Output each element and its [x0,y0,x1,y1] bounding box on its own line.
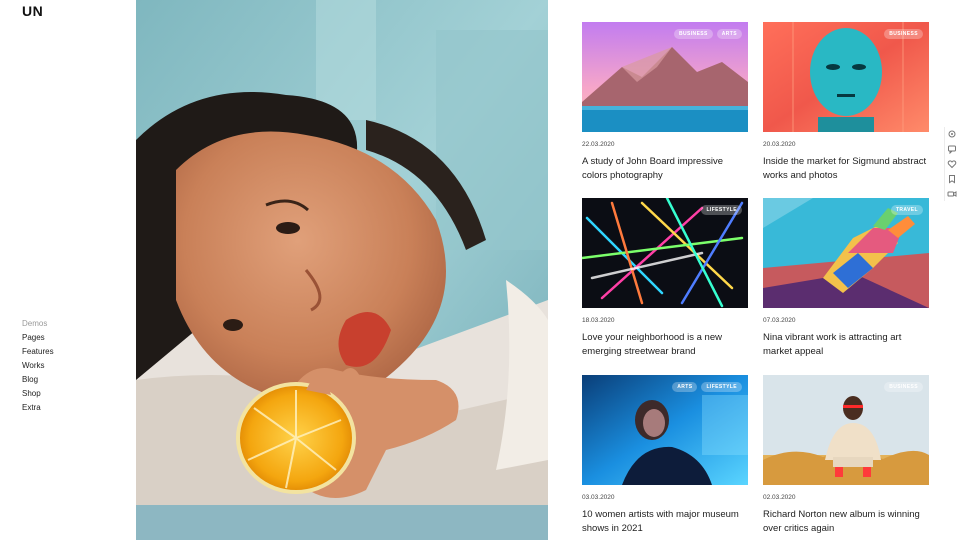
post-title[interactable]: Inside the market for Sigmund abstract w… [763,155,929,183]
bookmark-icon[interactable] [947,174,957,184]
comment-icon[interactable] [947,144,957,155]
tag-business[interactable]: BUSINESS [884,29,923,39]
heart-icon[interactable] [947,159,957,169]
nav-item-works[interactable]: Works [22,359,54,373]
tag-arts[interactable]: ARTS [672,382,698,392]
tag-arts[interactable]: ARTS [716,29,742,39]
post-card[interactable]: BUSINESS ARTS 22.03.2020 A study of John… [582,22,748,192]
post-title[interactable]: Richard Norton new album is winning over… [763,508,929,536]
post-tags: TRAVEL [890,205,923,215]
hero-image[interactable] [136,0,548,540]
post-card[interactable]: TRAVEL 07.03.2020 Nina vibrant work is a… [763,198,929,368]
post-tags: ARTS LIFESTYLE [672,382,742,392]
post-date: 02.03.2020 [763,494,796,501]
post-thumbnail[interactable]: BUSINESS [763,375,929,485]
tag-business[interactable]: BUSINESS [674,29,713,39]
settings-icon[interactable] [947,129,957,139]
post-thumbnail[interactable]: BUSINESS [763,22,929,132]
nav-item-pages[interactable]: Pages [22,331,54,345]
post-tags: BUSINESS [884,382,923,392]
post-date: 18.03.2020 [582,317,615,324]
post-card[interactable]: ARTS LIFESTYLE 03.03.2020 10 women artis… [582,375,748,540]
tag-travel[interactable]: TRAVEL [890,205,923,215]
tag-lifestyle[interactable]: LIFESTYLE [701,382,742,392]
post-date: 03.03.2020 [582,494,615,501]
post-tags: BUSINESS ARTS [674,29,742,39]
post-thumbnail[interactable]: ARTS LIFESTYLE [582,375,748,485]
post-title[interactable]: Love your neighborhood is a new emerging… [582,331,748,359]
post-title[interactable]: Nina vibrant work is attracting art mark… [763,331,929,359]
post-thumbnail[interactable]: BUSINESS ARTS [582,22,748,132]
post-tags: LIFESTYLE [701,205,742,215]
post-date: 22.03.2020 [582,141,615,148]
post-card[interactable]: BUSINESS 20.03.2020 Inside the market fo… [763,22,929,192]
nav-item-shop[interactable]: Shop [22,387,54,401]
post-date: 20.03.2020 [763,141,796,148]
tag-lifestyle[interactable]: LIFESTYLE [701,205,742,215]
nav-item-blog[interactable]: Blog [22,373,54,387]
post-thumbnail[interactable]: TRAVEL [763,198,929,308]
post-tags: BUSINESS [884,29,923,39]
video-icon[interactable] [947,189,957,199]
post-card[interactable]: BUSINESS 02.03.2020 Richard Norton new a… [763,375,929,540]
post-thumbnail[interactable]: LIFESTYLE [582,198,748,308]
posts-grid: BUSINESS ARTS 22.03.2020 A study of John… [548,0,940,540]
nav-item-demos[interactable]: Demos [22,317,54,331]
tag-business[interactable]: BUSINESS [884,382,923,392]
post-title[interactable]: 10 women artists with major museum shows… [582,508,748,536]
post-card[interactable]: LIFESTYLE 18.03.2020 Love your neighborh… [582,198,748,368]
main-navigation: Demos Pages Features Works Blog Shop Ext… [22,317,54,415]
nav-item-features[interactable]: Features [22,345,54,359]
site-logo[interactable]: UN [22,3,43,19]
side-toolbar [944,127,959,201]
hero-illustration [136,0,548,540]
post-title[interactable]: A study of John Board impressive colors … [582,155,748,183]
post-date: 07.03.2020 [763,317,796,324]
nav-item-extra[interactable]: Extra [22,401,54,415]
